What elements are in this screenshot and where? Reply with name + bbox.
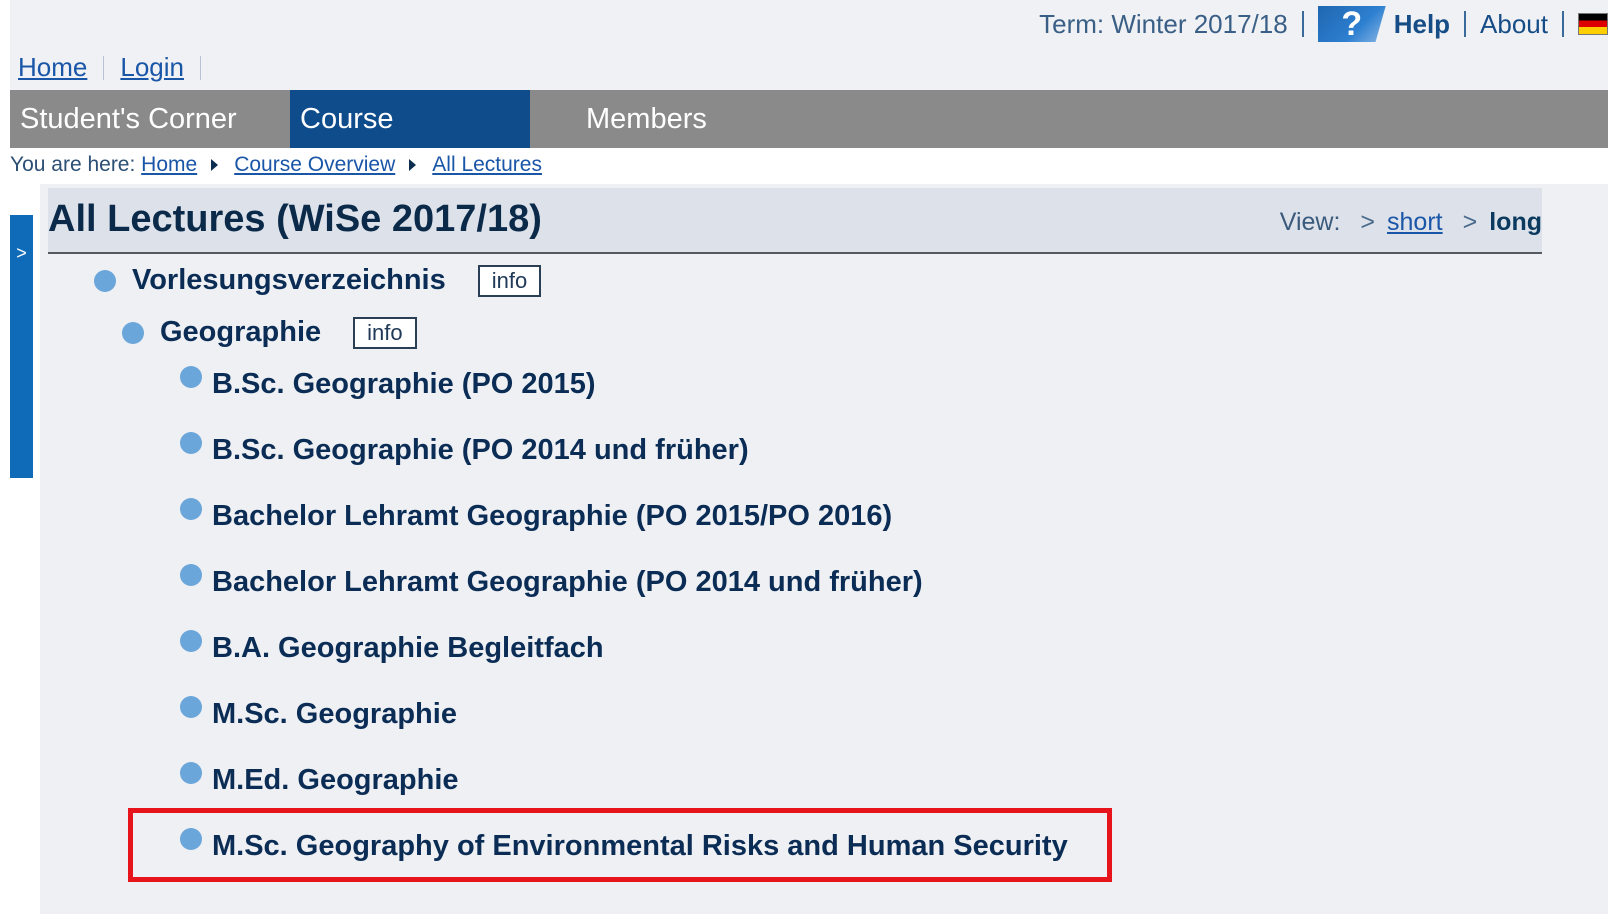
tree-node-icon — [180, 431, 202, 454]
title-bar: All Lectures (WiSe 2017/18) View: > shor… — [48, 188, 1542, 254]
tab-course-overview[interactable]: Course Overview — [290, 90, 530, 193]
tree-item-root: Vorlesungsverzeichnis info — [94, 264, 542, 297]
tree-node-icon — [180, 365, 202, 388]
program-label[interactable]: Bachelor Lehramt Geographie (PO 2015/PO … — [212, 500, 892, 533]
tree-node-icon — [180, 497, 202, 520]
help-link[interactable]: Help — [1394, 9, 1450, 40]
view-long-current: long — [1489, 208, 1542, 236]
info-button[interactable]: info — [353, 316, 417, 349]
tab-members[interactable]: Members — [530, 90, 717, 148]
tree-node-icon — [180, 629, 202, 652]
info-button[interactable]: info — [477, 264, 542, 297]
tree-item-label[interactable]: Geographie — [160, 316, 321, 349]
tree-node-icon — [122, 321, 144, 344]
login-link[interactable]: Login — [120, 52, 184, 83]
chevron-right-icon: > — [1360, 208, 1376, 236]
program-label[interactable]: B.Sc. Geographie (PO 2015) — [212, 368, 596, 401]
program-label[interactable]: Bachelor Lehramt Geographie (PO 2014 und… — [212, 566, 923, 599]
tree-node-icon — [180, 761, 202, 784]
program-item[interactable]: B.Sc. Geographie (PO 2014 und früher) — [180, 431, 749, 467]
tree-item-geographie: Geographie info — [122, 316, 417, 349]
side-panel-toggle[interactable]: > — [10, 215, 33, 478]
page-title: All Lectures (WiSe 2017/18) — [48, 198, 542, 240]
about-link[interactable]: About — [1480, 9, 1548, 40]
separator — [1562, 11, 1564, 37]
caret-right-icon — [409, 159, 417, 171]
program-item[interactable]: B.A. Geographie Begleitfach — [180, 629, 604, 665]
program-label[interactable]: B.Sc. Geographie (PO 2014 und früher) — [212, 434, 749, 467]
help-icon[interactable]: ? — [1317, 6, 1386, 42]
separator — [1301, 11, 1304, 37]
breadcrumb-prefix: You are here: — [10, 153, 136, 176]
tree-node-icon — [180, 695, 202, 718]
separator — [199, 55, 201, 80]
header-tools: Term: Winter 2017/18 ? Help About — [1039, 4, 1608, 44]
language-flag-icon[interactable] — [1578, 13, 1608, 35]
program-label[interactable]: M.Ed. Geographie — [212, 764, 459, 797]
program-item[interactable]: M.Ed. Geographie — [180, 761, 459, 797]
program-label[interactable]: M.Sc. Geographie — [212, 698, 457, 731]
program-item[interactable]: B.Sc. Geographie (PO 2015) — [180, 365, 596, 401]
view-label: View: — [1279, 208, 1341, 236]
breadcrumb-all-lectures[interactable]: All Lectures — [432, 153, 542, 177]
caret-right-icon — [211, 159, 219, 171]
program-item[interactable]: Bachelor Lehramt Geographie (PO 2015/PO … — [180, 497, 892, 533]
home-link[interactable]: Home — [18, 52, 87, 83]
top-header: Term: Winter 2017/18 ? Help About Home L… — [10, 0, 1608, 90]
program-item[interactable]: Bachelor Lehramt Geographie (PO 2014 und… — [180, 563, 923, 599]
tree-item-label[interactable]: Vorlesungsverzeichnis — [132, 264, 446, 297]
separator — [1464, 11, 1467, 37]
utility-nav: Home Login — [18, 52, 217, 83]
highlight-box — [128, 808, 1112, 882]
view-switch: View: > short > long — [1280, 208, 1542, 237]
breadcrumb-home[interactable]: Home — [141, 153, 197, 177]
tree-node-icon — [94, 269, 116, 292]
chevron-right-icon: > — [1462, 208, 1478, 236]
tab-students-corner[interactable]: Student's Corner — [10, 90, 290, 148]
view-short-link[interactable]: short — [1387, 208, 1443, 237]
tree-node-icon — [180, 563, 202, 586]
program-item[interactable]: M.Sc. Geographie — [180, 695, 457, 731]
expand-arrow-icon: > — [16, 243, 27, 263]
separator — [103, 55, 105, 80]
breadcrumb-course-overview[interactable]: Course Overview — [234, 153, 395, 177]
breadcrumb: You are here: Home Course Overview All L… — [10, 150, 542, 180]
term-selector[interactable]: Term: Winter 2017/18 — [1039, 9, 1288, 40]
program-label[interactable]: B.A. Geographie Begleitfach — [212, 632, 604, 665]
main-nav: Student's Corner Course Overview Members — [10, 90, 1608, 193]
